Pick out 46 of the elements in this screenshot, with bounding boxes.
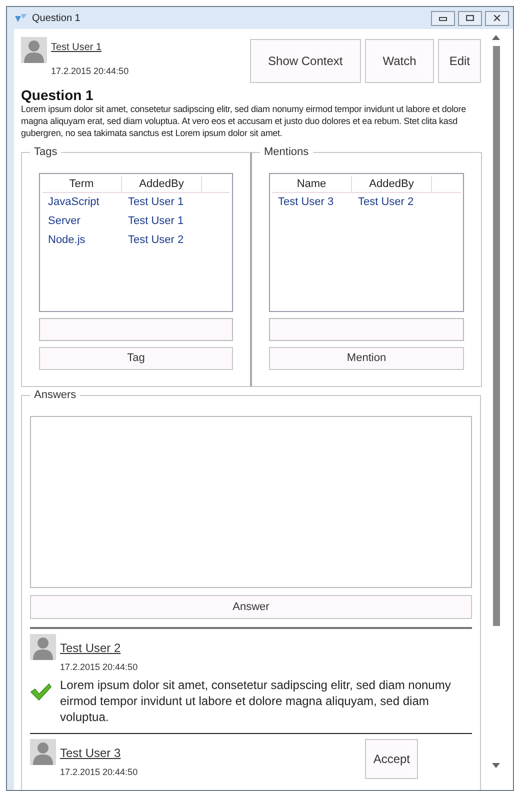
input-field[interactable] [39, 318, 233, 341]
answer-field[interactable] [30, 416, 472, 588]
author-link[interactable]: Test User 1 [51, 40, 102, 53]
table-cell-text: Server [47, 214, 82, 230]
table-cell-text: Node.js [47, 233, 86, 248]
table-cell-text: JavaScript [47, 195, 100, 210]
add-button[interactable]: Tag [39, 347, 233, 370]
add-button[interactable]: Mention [269, 347, 464, 370]
avatar-icon [30, 739, 56, 765]
author-link[interactable]: Test User 2 [60, 639, 121, 654]
scroll-up-icon[interactable] [492, 35, 500, 40]
avatar-icon [21, 37, 47, 63]
column-header[interactable]: AddedBy [352, 176, 432, 192]
action-button[interactable]: Edit [438, 39, 481, 83]
avatar-icon [30, 634, 56, 660]
minimize-button[interactable] [431, 10, 455, 26]
close-icon [493, 15, 501, 21]
table-cell-text: Test User 3 [277, 195, 335, 210]
table-cell-text: Test User 2 [127, 233, 185, 248]
close-button[interactable] [485, 10, 509, 26]
post-date: 17.2.2015 20:44:50 [51, 65, 129, 78]
column-header[interactable]: Name [272, 176, 352, 192]
input-field[interactable] [269, 318, 464, 341]
minimize-icon [439, 15, 447, 21]
scroll-down-icon[interactable] [492, 763, 500, 768]
group-title: Tags [30, 145, 62, 159]
action-button[interactable]: Show Context [250, 39, 361, 83]
answer-body: Lorem ipsum dolor sit amet, consetetur sadipscing elitr, sed diam nonumy eirmod tempor invidunt ut labore et dolore magna aliquyam, sed diam voluptua. [60, 677, 452, 725]
window-title: Question 1 [32, 12, 80, 26]
table-cell-text: Test User 1 [127, 214, 185, 230]
action-button[interactable]: Watch [364, 39, 434, 83]
maximize-icon [466, 15, 474, 21]
question-body: Lorem ipsum dolor sit amet, consetetur sadipscing elitr, sed diam nonumy eirmod tempor invidunt ut labore et dolore magna aliquyam erat, sed diam voluptua. At vero eos et accusam et justo duo dolores et ea rebum. Stet clita kasd gubergren, no sea takimata sanctus est Lorem ipsum dolor sit amet. [21, 103, 467, 139]
scroll-thumb[interactable] [492, 46, 500, 626]
column-header[interactable]: AddedBy [122, 176, 202, 192]
column-header[interactable]: Term [42, 176, 122, 192]
author-link[interactable]: Test User 3 [60, 744, 121, 759]
post-date: 17.2.2015 20:44:50 [60, 662, 138, 673]
table-cell-text: Test User 2 [357, 195, 415, 210]
maximize-button[interactable] [458, 10, 482, 26]
post-date: 17.2.2015 20:44:50 [60, 767, 138, 778]
accept-button[interactable]: Accept [365, 739, 418, 779]
answer-button[interactable]: Answer [30, 595, 472, 619]
app-icon [15, 13, 27, 23]
question-title: Question 1 [21, 87, 94, 103]
table-cell-text: Test User 1 [127, 195, 185, 210]
